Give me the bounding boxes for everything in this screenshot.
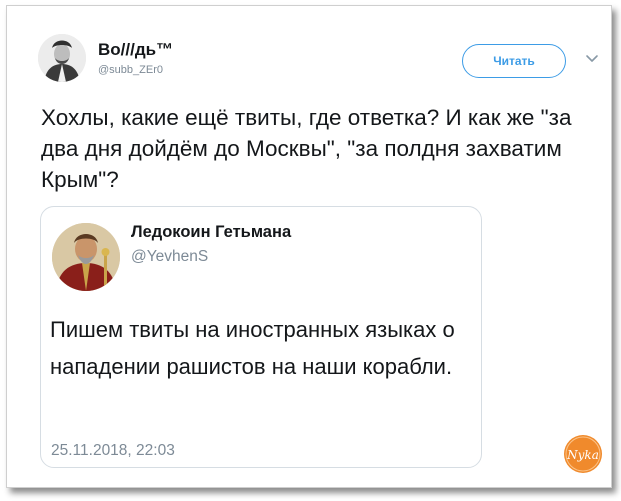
author-avatar[interactable] [38, 34, 86, 82]
quoted-author-handle[interactable]: @YevhenS [131, 248, 208, 266]
quoted-author-avatar[interactable] [52, 223, 120, 291]
quoted-tweet-text: Пишем твиты на иностранных языках о напа… [50, 317, 455, 379]
quoted-author-display-name[interactable]: Ледокоин Гетьмана [131, 223, 291, 242]
avatar-portrait-icon [38, 34, 86, 82]
author-handle[interactable]: @subb_ZEr0 [98, 64, 163, 76]
svg-text:Nyka: Nyka [566, 448, 599, 462]
tweet-card: Во///дь™ @subb_ZEr0 Читать Хохлы, какие … [6, 5, 612, 488]
quoted-tweet[interactable]: Ледокоин Гетьмана @YevhenS Пишем твиты н… [40, 206, 482, 468]
tweet-text: Хохлы, какие ещё твиты, где ответка? И к… [41, 105, 572, 192]
chevron-down-icon[interactable] [584, 52, 600, 66]
follow-button[interactable]: Читать [462, 44, 566, 78]
quoted-tweet-timestamp[interactable]: 25.11.2018, 22:03 [51, 442, 175, 460]
hetman-portrait-icon [52, 223, 120, 291]
author-display-name[interactable]: Во///дь™ [98, 40, 173, 60]
watermark-logo: Nyka [563, 434, 603, 474]
